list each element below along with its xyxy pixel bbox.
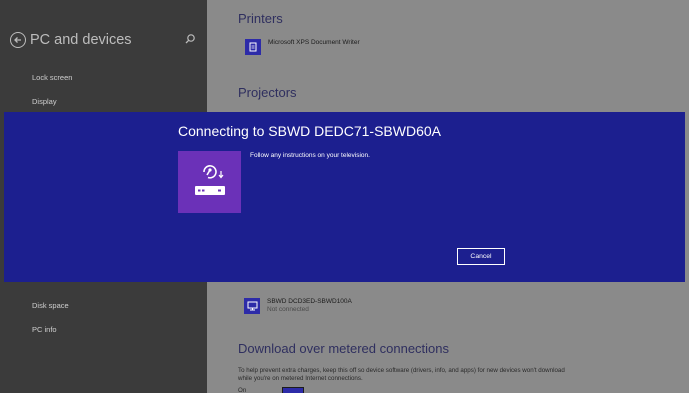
back-button[interactable] (10, 32, 26, 48)
metered-description: To help prevent extra charges, keep this… (238, 367, 565, 382)
dialog-title: Connecting to SBWD DEDC71-SBWD60A (178, 123, 441, 139)
search-icon[interactable] (184, 33, 196, 45)
sidebar-item-display[interactable]: Display (32, 97, 57, 106)
device-status: Not connected (267, 306, 309, 313)
monitor-icon (244, 298, 260, 314)
sidebar-title: PC and devices (30, 32, 132, 48)
sidebar-item-lock-screen[interactable]: Lock screen (32, 73, 72, 82)
back-arrow-icon (14, 37, 21, 43)
printer-row[interactable]: Microsoft XPS Document Writer (245, 39, 360, 55)
metered-toggle[interactable] (282, 387, 304, 393)
metered-toggle-label: On (238, 387, 247, 393)
projectors-heading: Projectors (238, 85, 297, 100)
device-name: SBWD DCD3ED-SBWD100A (267, 298, 352, 305)
sidebar-item-pc-info[interactable]: PC info (32, 325, 57, 334)
media-receiver-icon (195, 165, 225, 195)
media-receiver-tile (178, 151, 241, 213)
connecting-dialog: Connecting to SBWD DEDC71-SBWD60A Follow… (4, 112, 685, 282)
metered-heading: Download over metered connections (238, 341, 450, 356)
dialog-message: Follow any instructions on your televisi… (250, 152, 370, 159)
sidebar-item-disk-space[interactable]: Disk space (32, 301, 69, 310)
printer-icon (245, 39, 261, 55)
device-row[interactable]: SBWD DCD3ED-SBWD100A Not connected (244, 298, 352, 314)
printer-name: Microsoft XPS Document Writer (268, 39, 360, 46)
cancel-button[interactable]: Cancel (457, 248, 505, 265)
sidebar-header: PC and devices (10, 30, 200, 50)
printers-heading: Printers (238, 11, 283, 26)
